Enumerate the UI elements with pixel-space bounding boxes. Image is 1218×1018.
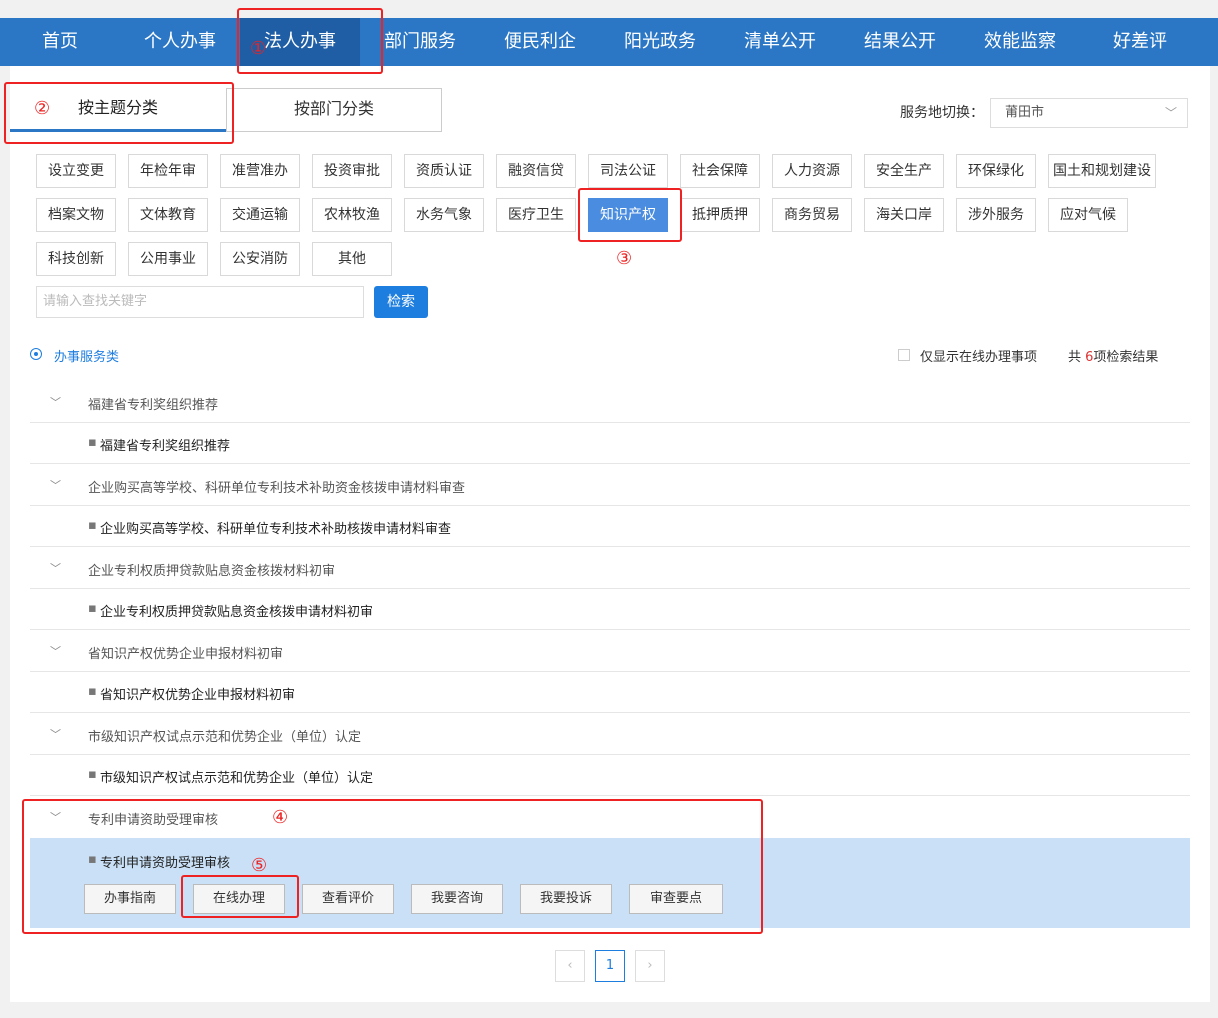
category-button[interactable]: 医疗卫生 xyxy=(496,198,576,232)
category-button[interactable]: 年检年审 xyxy=(128,154,208,188)
list-item[interactable]: ▪ 福建省专利奖组织推荐 xyxy=(30,423,1190,464)
pager-page-button[interactable]: 1 xyxy=(595,950,625,982)
bullet-icon: ▪ xyxy=(88,684,97,699)
category-button[interactable]: 农林牧渔 xyxy=(312,198,392,232)
category-button[interactable]: 档案文物 xyxy=(36,198,116,232)
group-header[interactable]: ﹀ 省知识产权优势企业申报材料初审 xyxy=(30,631,1190,672)
category-button[interactable]: 文体教育 xyxy=(128,198,208,232)
annotation-number: ③ xyxy=(616,248,633,269)
chevron-down-icon[interactable]: ﹀ xyxy=(50,394,61,410)
chevron-down-icon[interactable]: ﹀ xyxy=(50,477,61,493)
bullet-icon: ▪ xyxy=(88,518,97,533)
service-area-label: 服务地切换： xyxy=(900,105,984,121)
category-button[interactable]: 交通运输 xyxy=(220,198,300,232)
nav-home[interactable]: 首页 xyxy=(0,18,120,66)
category-button[interactable]: 投资审批 xyxy=(312,154,392,188)
result-count: 共 6项检索结果 xyxy=(1068,346,1158,365)
group-header[interactable]: ﹀ 福建省专利奖组织推荐 xyxy=(30,382,1190,423)
group-title: 福建省专利奖组织推荐 xyxy=(88,398,219,413)
group-header[interactable]: ﹀ 企业专利权质押贷款贴息资金核拨材料初审 xyxy=(30,548,1190,589)
tab-by-department[interactable]: 按部门分类 xyxy=(226,88,442,132)
category-button[interactable]: 环保绿化 xyxy=(956,154,1036,188)
category-button[interactable]: 人力资源 xyxy=(772,154,852,188)
annotation-number: ④ xyxy=(272,807,289,828)
category-button[interactable]: 国土和规划建设 xyxy=(1048,154,1156,188)
category-button[interactable]: 安全生产 xyxy=(864,154,944,188)
category-button[interactable]: 其他 xyxy=(312,242,392,276)
bullet-icon: ▪ xyxy=(88,435,97,450)
nav-sunshine[interactable]: 阳光政务 xyxy=(600,18,720,66)
service-area-value: 莆田市 xyxy=(1005,105,1045,120)
item-title: 福建省专利奖组织推荐 xyxy=(100,439,231,454)
bullet-icon: ▪ xyxy=(88,601,97,616)
chevron-down-icon[interactable]: ﹀ xyxy=(50,726,61,742)
nav-personal[interactable]: 个人办事 xyxy=(120,18,240,66)
top-nav: 首页 个人办事 法人办事 部门服务 便民利企 阳光政务 清单公开 结果公开 效能… xyxy=(0,18,1218,66)
group-header[interactable]: ﹀ 企业购买高等学校、科研单位专利技术补助资金核拨申请材料审查 xyxy=(30,465,1190,506)
nav-list-public[interactable]: 清单公开 xyxy=(720,18,840,66)
category-button[interactable]: 设立变更 xyxy=(36,154,116,188)
chevron-down-icon: ﹀ xyxy=(1164,106,1177,120)
category-button[interactable]: 资质认证 xyxy=(404,154,484,188)
item-title: 省知识产权优势企业申报材料初审 xyxy=(100,688,296,703)
category-button[interactable]: 准营准办 xyxy=(220,154,300,188)
group-title: 企业专利权质押贷款贴息资金核拨材料初审 xyxy=(88,564,336,579)
pager-prev-button[interactable]: ‹ xyxy=(555,950,585,982)
category-button[interactable]: 公用事业 xyxy=(128,242,208,276)
service-area-select[interactable]: 莆田市 ﹀ xyxy=(990,98,1188,128)
list-item[interactable]: ▪ 市级知识产权试点示范和优势企业（单位）认定 xyxy=(30,755,1190,796)
chevron-down-icon[interactable]: ﹀ xyxy=(50,560,61,576)
category-button[interactable]: 科技创新 xyxy=(36,242,116,276)
item-title: 企业专利权质押贷款贴息资金核拨申请材料初审 xyxy=(100,605,374,620)
search-button[interactable]: 检索 xyxy=(374,286,428,318)
annotation-number: ⑤ xyxy=(251,855,268,876)
list-item[interactable]: ▪ 企业购买高等学校、科研单位专利技术补助核拨申请材料审查 xyxy=(30,506,1190,547)
list-item[interactable]: ▪ 省知识产权优势企业申报材料初审 xyxy=(30,672,1190,713)
service-type-radio[interactable] xyxy=(30,348,42,360)
result-count-prefix: 共 xyxy=(1068,350,1086,365)
category-button[interactable]: 融资信贷 xyxy=(496,154,576,188)
nav-supervision[interactable]: 效能监察 xyxy=(960,18,1080,66)
category-button[interactable]: 司法公证 xyxy=(588,154,668,188)
category-button[interactable]: 社会保障 xyxy=(680,154,760,188)
group-header[interactable]: ﹀ 市级知识产权试点示范和优势企业（单位）认定 xyxy=(30,714,1190,755)
category-button[interactable]: 应对气候 xyxy=(1048,198,1128,232)
online-only-label: 仅显示在线办理事项 xyxy=(920,350,1038,365)
annotation-number: ② xyxy=(34,98,51,119)
category-button[interactable]: 商务贸易 xyxy=(772,198,852,232)
bullet-icon: ▪ xyxy=(88,767,97,782)
category-button[interactable]: 海关口岸 xyxy=(864,198,944,232)
nav-result-public[interactable]: 结果公开 xyxy=(840,18,960,66)
category-button[interactable]: 抵押质押 xyxy=(680,198,760,232)
category-button[interactable]: 涉外服务 xyxy=(956,198,1036,232)
annotation-box xyxy=(181,875,299,918)
result-count-suffix: 项检索结果 xyxy=(1093,350,1159,365)
nav-rating[interactable]: 好差评 xyxy=(1080,18,1200,66)
category-button[interactable]: 公安消防 xyxy=(220,242,300,276)
group-title: 市级知识产权试点示范和优势企业（单位）认定 xyxy=(88,730,362,745)
nav-convenience[interactable]: 便民利企 xyxy=(480,18,600,66)
service-type-label: 办事服务类 xyxy=(54,350,120,365)
chevron-down-icon[interactable]: ﹀ xyxy=(50,643,61,659)
annotation-box xyxy=(22,799,763,934)
online-only-checkbox[interactable] xyxy=(898,349,910,361)
category-button[interactable]: 水务气象 xyxy=(404,198,484,232)
search-input[interactable]: 请输入查找关键字 xyxy=(36,286,364,318)
group-title: 省知识产权优势企业申报材料初审 xyxy=(88,647,284,662)
group-title: 企业购买高等学校、科研单位专利技术补助资金核拨申请材料审查 xyxy=(88,481,466,496)
item-title: 企业购买高等学校、科研单位专利技术补助核拨申请材料审查 xyxy=(100,522,452,537)
pager-next-button[interactable]: › xyxy=(635,950,665,982)
list-item[interactable]: ▪ 企业专利权质押贷款贴息资金核拨申请材料初审 xyxy=(30,589,1190,630)
annotation-box xyxy=(578,188,682,242)
annotation-number: ① xyxy=(250,38,267,59)
item-title: 市级知识产权试点示范和优势企业（单位）认定 xyxy=(100,771,374,786)
